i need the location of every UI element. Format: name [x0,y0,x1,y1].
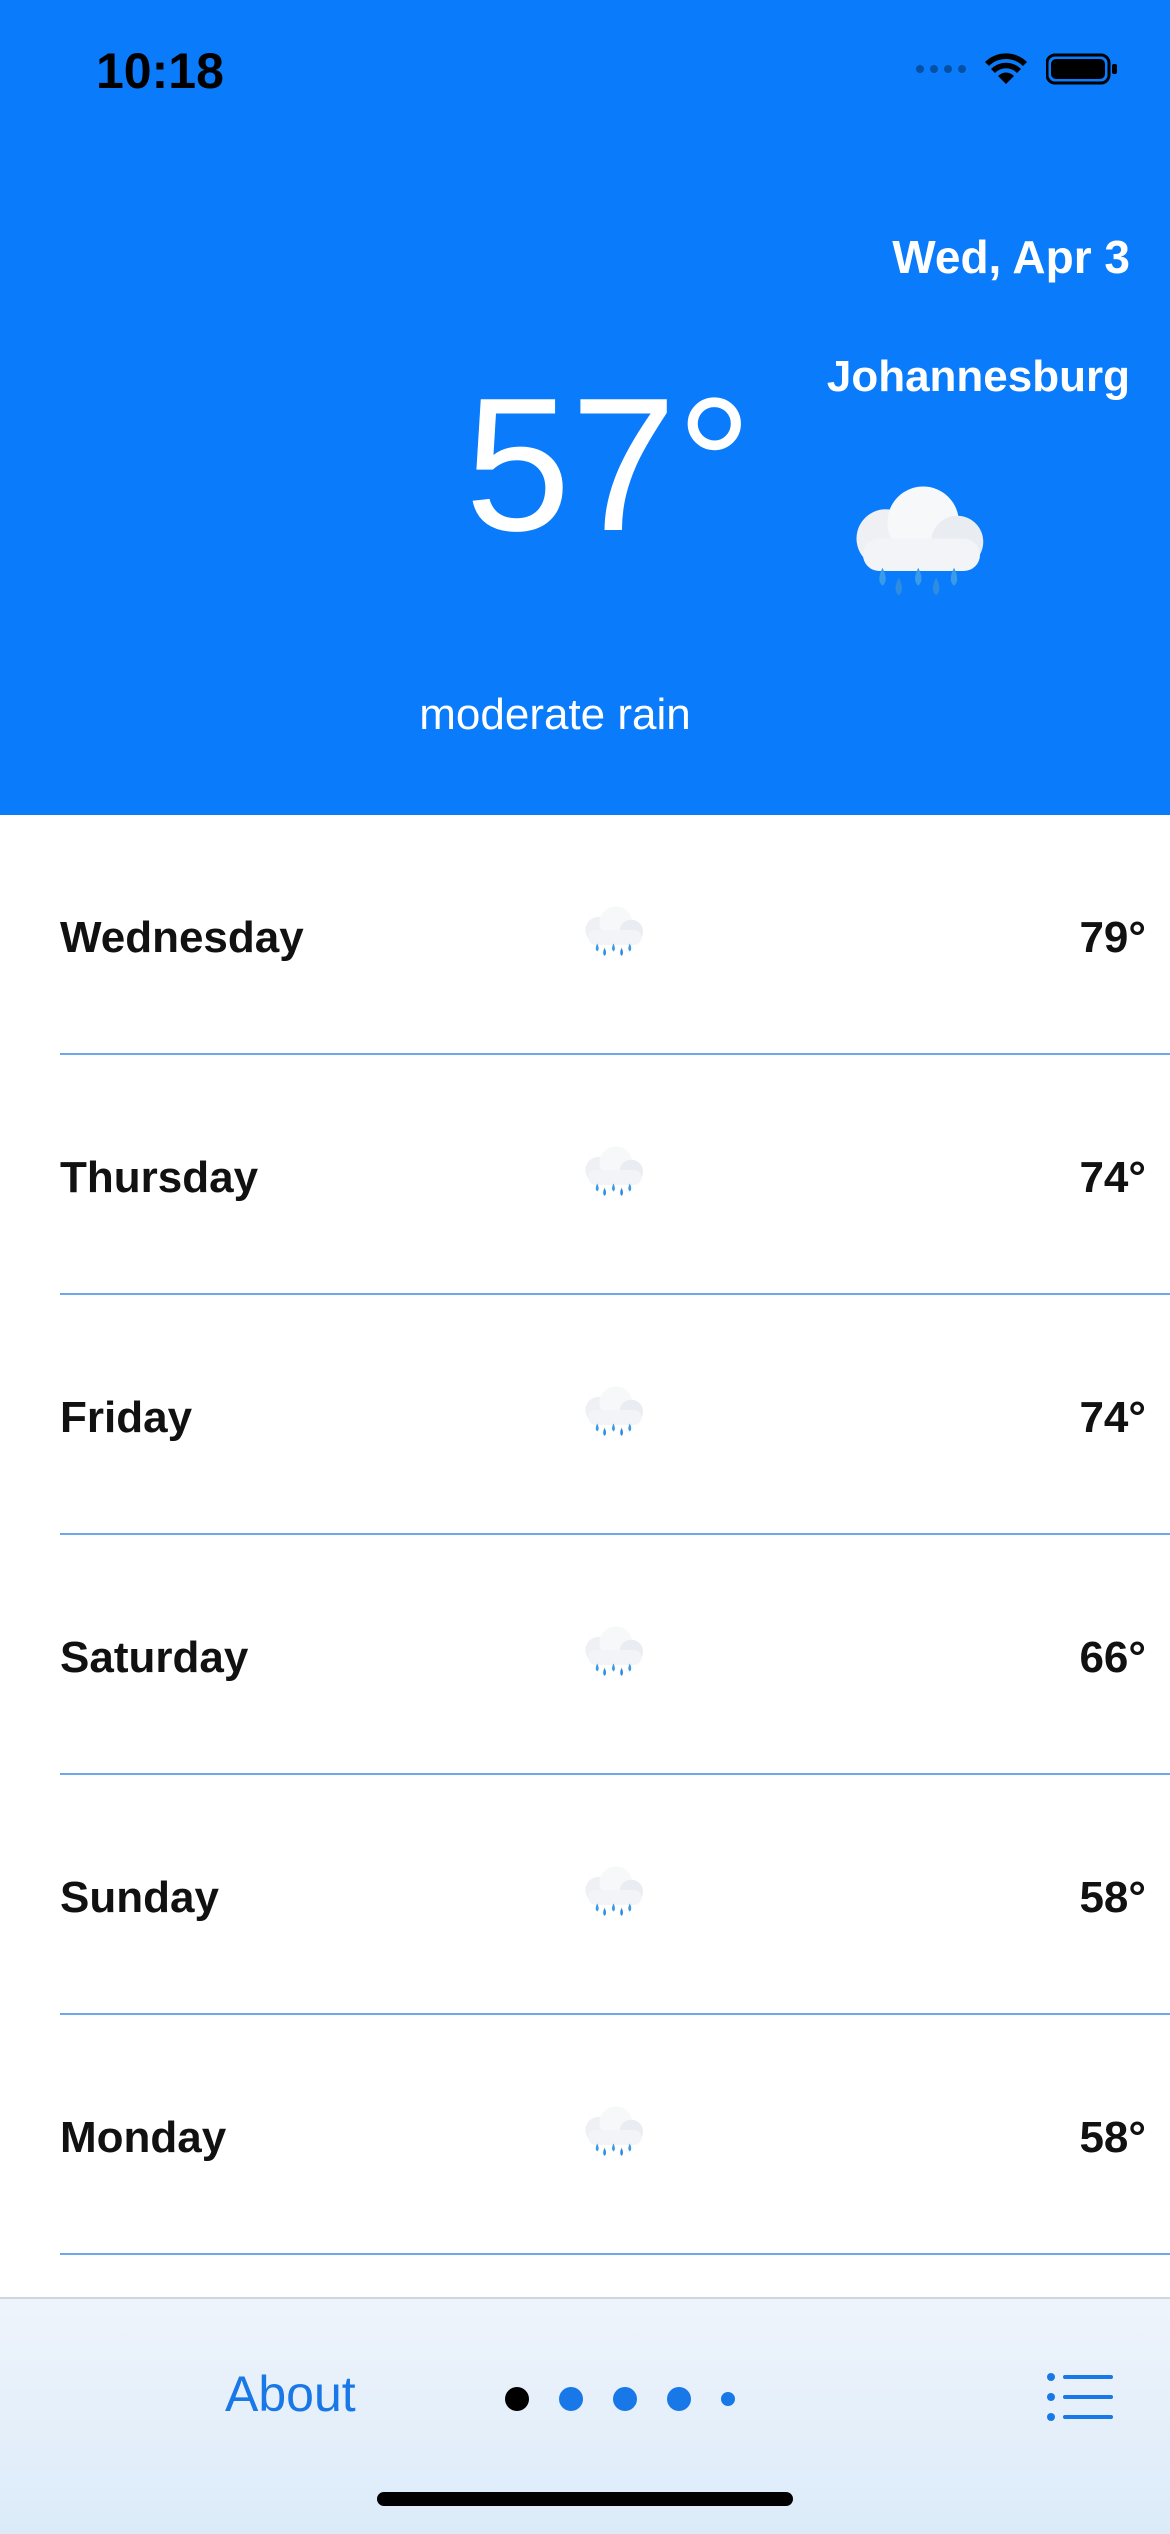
forecast-row[interactable]: Saturday 66° [0,1535,1170,1775]
forecast-temp: 58° [1079,2113,1146,2162]
cloud-rain-icon [575,903,649,963]
cloud-rain-icon [575,1383,649,1443]
cloud-rain-icon [575,1143,649,1203]
weather-description: moderate rain [419,690,691,739]
forecast-temp: 74° [1079,1153,1146,1202]
forecast-day: Friday [60,1393,193,1442]
about-button[interactable]: About [225,2365,356,2423]
forecast-row[interactable]: Thursday 74° [0,1055,1170,1295]
status-icons [916,52,1118,86]
wifi-icon [985,53,1027,84]
current-date: Wed, Apr 3 [892,231,1130,283]
forecast-day: Saturday [60,1633,249,1682]
current-temperature: 57° [465,359,753,571]
cloud-rain-icon [575,1863,649,1923]
forecast-day: Thursday [60,1153,259,1202]
cloud-rain-icon [575,1623,649,1683]
status-bar: 10:18 [0,0,1170,140]
cloud-rain-icon [575,2103,649,2163]
weather-header: 10:18 Wed, Apr 3 Johannesburg 57° modera… [0,0,1170,815]
home-indicator[interactable] [377,2492,793,2506]
page-control[interactable] [505,2369,735,2429]
page-dot-1[interactable] [505,2387,529,2411]
cloud-rain-icon [830,480,1000,610]
forecast-temp: 66° [1079,1633,1146,1682]
forecast-row[interactable]: Friday 74° [0,1295,1170,1535]
cellular-signal-icon [916,65,966,73]
forecast-list: Wednesday 79° Thursday 74° Friday 74° Sa… [0,815,1170,2255]
page-dot-5[interactable] [721,2392,735,2406]
page-dot-3[interactable] [613,2387,637,2411]
page-dot-4[interactable] [667,2387,691,2411]
city-name: Johannesburg [826,352,1130,401]
forecast-day: Monday [60,2113,227,2162]
forecast-day: Sunday [60,1873,219,1922]
page-dot-2[interactable] [559,2387,583,2411]
forecast-row[interactable]: Monday 58° [0,2015,1170,2255]
forecast-temp: 74° [1079,1393,1146,1442]
list-icon[interactable] [1045,2371,1115,2423]
forecast-day: Wednesday [60,913,304,962]
forecast-temp: 79° [1079,913,1146,962]
forecast-row[interactable]: Wednesday 79° [0,815,1170,1055]
status-time: 10:18 [96,43,224,99]
battery-icon [1046,53,1117,85]
forecast-row[interactable]: Sunday 58° [0,1775,1170,2015]
forecast-temp: 58° [1079,1873,1146,1922]
